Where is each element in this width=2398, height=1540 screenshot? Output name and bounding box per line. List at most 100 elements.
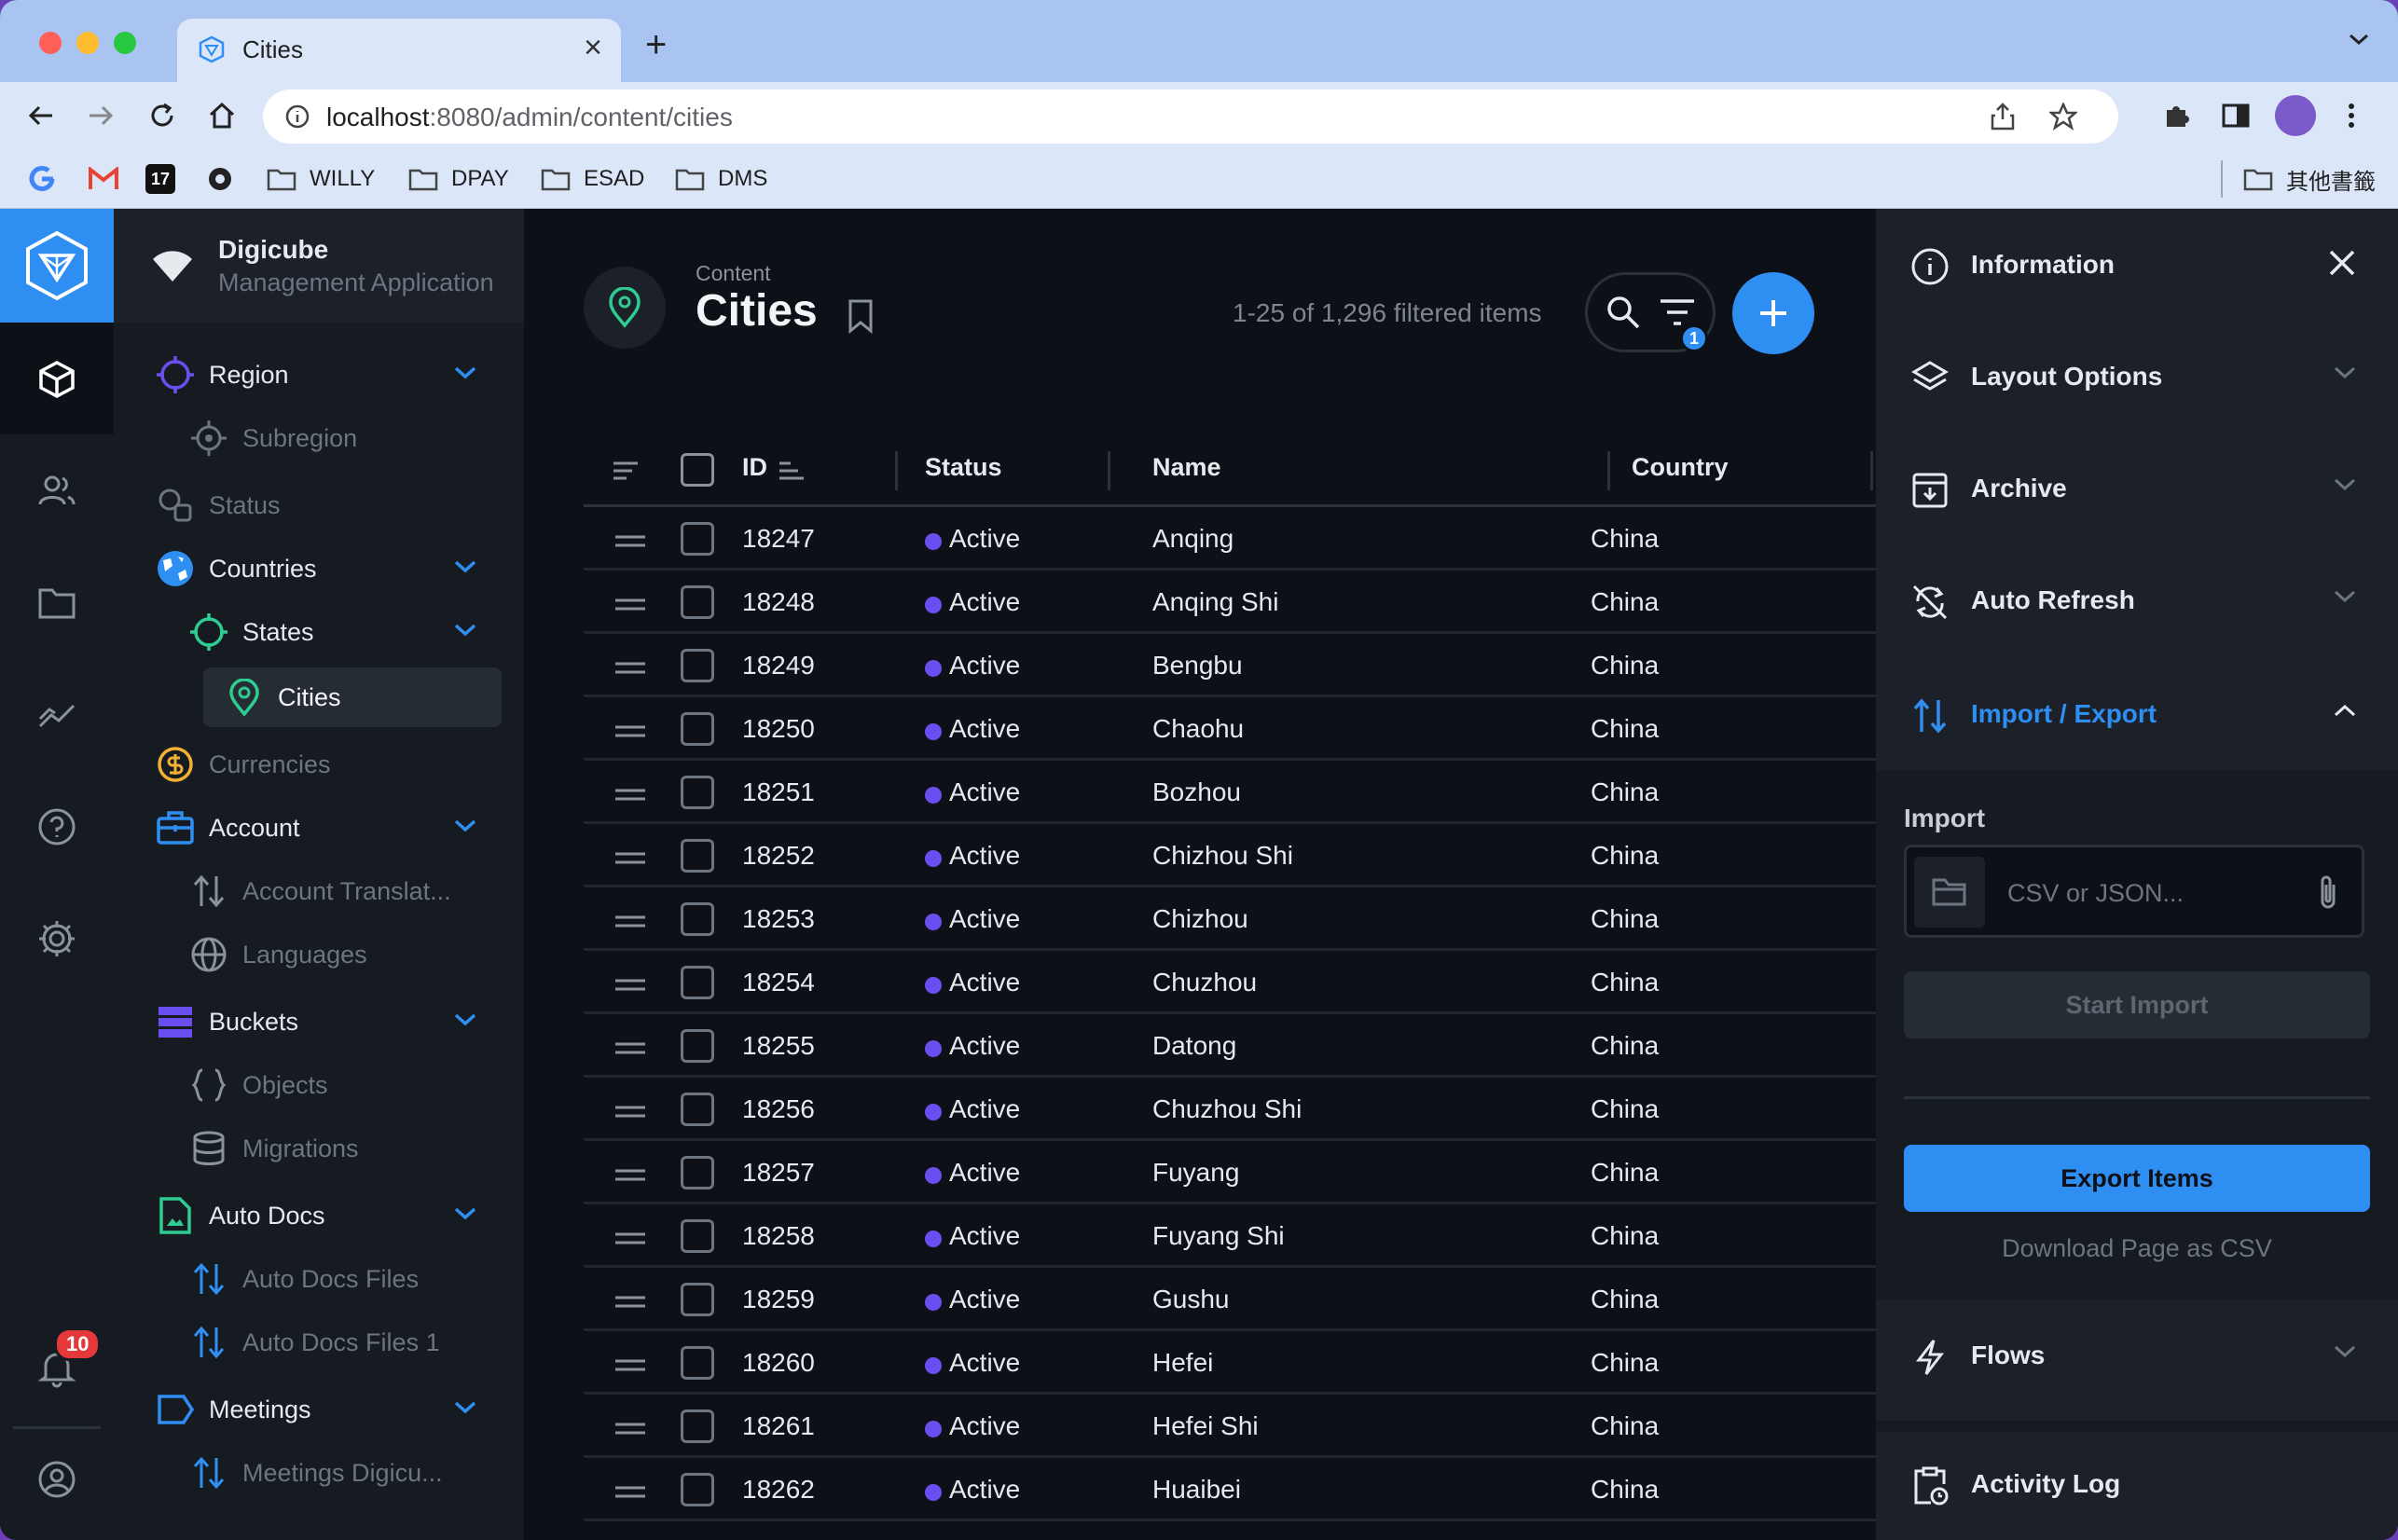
bookmark-folder-dpay[interactable]: DPAY bbox=[408, 162, 509, 196]
column-header-status[interactable]: Status bbox=[925, 453, 1002, 482]
table-row[interactable]: 18252 Active Chizhou Shi China bbox=[584, 824, 1876, 887]
back-icon[interactable] bbox=[26, 101, 56, 135]
create-item-button[interactable] bbox=[1732, 272, 1814, 354]
drag-handle-icon[interactable] bbox=[615, 725, 645, 743]
import-file-input[interactable]: CSV or JSON... bbox=[1904, 845, 2364, 938]
breadcrumb[interactable]: Content bbox=[696, 261, 771, 286]
nav-item-languages[interactable]: Languages bbox=[188, 927, 367, 983]
nav-item-cities[interactable]: Cities bbox=[203, 667, 502, 727]
nav-item-meetings-digicube[interactable]: Meetings Digicu... bbox=[188, 1445, 443, 1501]
chevron-up-icon[interactable] bbox=[2333, 703, 2357, 722]
sidebar-section-auto-refresh[interactable]: Auto Refresh bbox=[1876, 544, 2398, 656]
row-checkbox[interactable] bbox=[681, 712, 714, 746]
table-row[interactable]: 18255 Active Datong China bbox=[584, 1014, 1876, 1078]
table-row[interactable]: 18254 Active Chuzhou China bbox=[584, 951, 1876, 1014]
drag-handle-icon[interactable] bbox=[615, 852, 645, 870]
help-module-icon[interactable] bbox=[34, 804, 80, 850]
maximize-window-button[interactable] bbox=[114, 32, 136, 54]
nav-item-countries[interactable]: Countries bbox=[155, 541, 524, 597]
export-items-button[interactable]: Export Items bbox=[1904, 1145, 2370, 1212]
nav-item-objects[interactable]: Objects bbox=[188, 1057, 328, 1113]
drag-handle-icon[interactable] bbox=[615, 1359, 645, 1377]
column-header-country[interactable]: Country bbox=[1632, 453, 1729, 482]
sidebar-section-activity-log[interactable]: Activity Log bbox=[1876, 1428, 2398, 1540]
content-module-icon[interactable] bbox=[34, 356, 80, 403]
sidebar-section-information[interactable]: Information bbox=[1876, 209, 2398, 321]
close-tab-icon[interactable]: × bbox=[584, 30, 602, 66]
nav-item-migrations[interactable]: Migrations bbox=[188, 1121, 359, 1176]
column-divider[interactable] bbox=[1870, 451, 1873, 490]
drag-handle-icon[interactable] bbox=[615, 1106, 645, 1123]
nav-item-subregion[interactable]: Subregion bbox=[188, 410, 357, 466]
table-row[interactable]: 18256 Active Chuzhou Shi China bbox=[584, 1078, 1876, 1141]
browser-menu-icon[interactable] bbox=[2346, 101, 2357, 135]
table-row[interactable]: 18250 Active Chaohu China bbox=[584, 697, 1876, 761]
chevron-down-icon[interactable] bbox=[453, 818, 477, 838]
table-row[interactable]: 18249 Active Bengbu China bbox=[584, 634, 1876, 697]
sidebar-section-flows[interactable]: Flows bbox=[1876, 1299, 2398, 1411]
chevron-down-icon[interactable] bbox=[2333, 477, 2357, 497]
other-bookmarks-folder[interactable]: 其他書籤 bbox=[2243, 162, 2376, 196]
share-icon[interactable] bbox=[1990, 103, 2016, 135]
chevron-down-icon[interactable] bbox=[2333, 365, 2357, 385]
nav-item-status[interactable]: Status bbox=[155, 477, 281, 533]
table-row[interactable]: 18258 Active Fuyang Shi China bbox=[584, 1204, 1876, 1268]
row-checkbox[interactable] bbox=[681, 1409, 714, 1443]
nav-item-auto-docs-files[interactable]: Auto Docs Files bbox=[188, 1251, 419, 1307]
extension-bookmark-icon[interactable] bbox=[205, 162, 235, 196]
bookmark-folder-esad[interactable]: ESAD bbox=[541, 162, 644, 196]
table-row[interactable]: 18251 Active Bozhou China bbox=[584, 761, 1876, 824]
gmail-bookmark-icon[interactable] bbox=[88, 162, 119, 196]
drag-handle-icon[interactable] bbox=[615, 979, 645, 997]
bookmark-folder-dms[interactable]: DMS bbox=[675, 162, 767, 196]
nav-item-buckets[interactable]: Buckets bbox=[155, 994, 524, 1050]
chevron-down-icon[interactable] bbox=[453, 623, 477, 642]
row-checkbox[interactable] bbox=[681, 1029, 714, 1063]
column-divider[interactable] bbox=[1108, 451, 1110, 490]
nav-item-account-translations[interactable]: Account Translat... bbox=[188, 863, 451, 919]
drag-handle-icon[interactable] bbox=[615, 662, 645, 680]
nav-item-auto-docs[interactable]: Auto Docs bbox=[155, 1188, 524, 1244]
sidebar-section-layout-options[interactable]: Layout Options bbox=[1876, 321, 2398, 433]
sidebar-section-archive[interactable]: Archive bbox=[1876, 433, 2398, 544]
drag-handle-icon[interactable] bbox=[615, 1169, 645, 1187]
sort-icon[interactable] bbox=[778, 461, 806, 486]
chevron-down-icon[interactable] bbox=[2333, 589, 2357, 609]
search-icon[interactable] bbox=[1605, 294, 1642, 336]
row-checkbox[interactable] bbox=[681, 1346, 714, 1380]
drag-handle-icon[interactable] bbox=[615, 1232, 645, 1250]
row-checkbox[interactable] bbox=[681, 1283, 714, 1316]
chevron-down-icon[interactable] bbox=[453, 365, 477, 385]
close-icon[interactable] bbox=[2327, 248, 2357, 282]
table-options-icon[interactable] bbox=[612, 461, 640, 486]
drag-handle-icon[interactable] bbox=[615, 1486, 645, 1504]
row-checkbox[interactable] bbox=[681, 1093, 714, 1126]
table-row[interactable]: 18257 Active Fuyang China bbox=[584, 1141, 1876, 1204]
table-row[interactable]: 18262 Active Huaibei China bbox=[584, 1458, 1876, 1521]
chevron-down-icon[interactable] bbox=[453, 1206, 477, 1226]
select-all-checkbox[interactable] bbox=[681, 453, 714, 487]
sidebar-section-import-export[interactable]: Import / Export bbox=[1876, 658, 2398, 770]
row-checkbox[interactable] bbox=[681, 966, 714, 999]
side-panel-icon[interactable] bbox=[2221, 101, 2251, 135]
bookmark-folder-willy[interactable]: WILLY bbox=[267, 162, 375, 196]
nav-item-meetings[interactable]: Meetings bbox=[155, 1382, 524, 1437]
table-row[interactable]: 18247 Active Anqing China bbox=[584, 507, 1876, 571]
chevron-down-icon[interactable] bbox=[453, 1400, 477, 1420]
row-checkbox[interactable] bbox=[681, 1473, 714, 1506]
drag-handle-icon[interactable] bbox=[615, 915, 645, 933]
drag-handle-icon[interactable] bbox=[615, 598, 645, 616]
new-tab-button[interactable]: + bbox=[645, 26, 667, 63]
nav-item-account[interactable]: Account bbox=[155, 800, 524, 856]
site-info-icon[interactable] bbox=[285, 104, 310, 133]
files-module-icon[interactable] bbox=[34, 580, 80, 626]
user-account-icon[interactable] bbox=[34, 1456, 80, 1503]
extensions-icon[interactable] bbox=[2161, 101, 2191, 135]
bookmark-star-icon[interactable] bbox=[2047, 101, 2079, 135]
chevron-down-icon[interactable] bbox=[453, 1012, 477, 1032]
nav-item-region[interactable]: Region bbox=[155, 347, 524, 403]
bookmark-icon[interactable] bbox=[847, 298, 875, 338]
row-checkbox[interactable] bbox=[681, 839, 714, 873]
row-checkbox[interactable] bbox=[681, 1219, 714, 1253]
tab-search-chevron-icon[interactable] bbox=[2348, 32, 2370, 51]
